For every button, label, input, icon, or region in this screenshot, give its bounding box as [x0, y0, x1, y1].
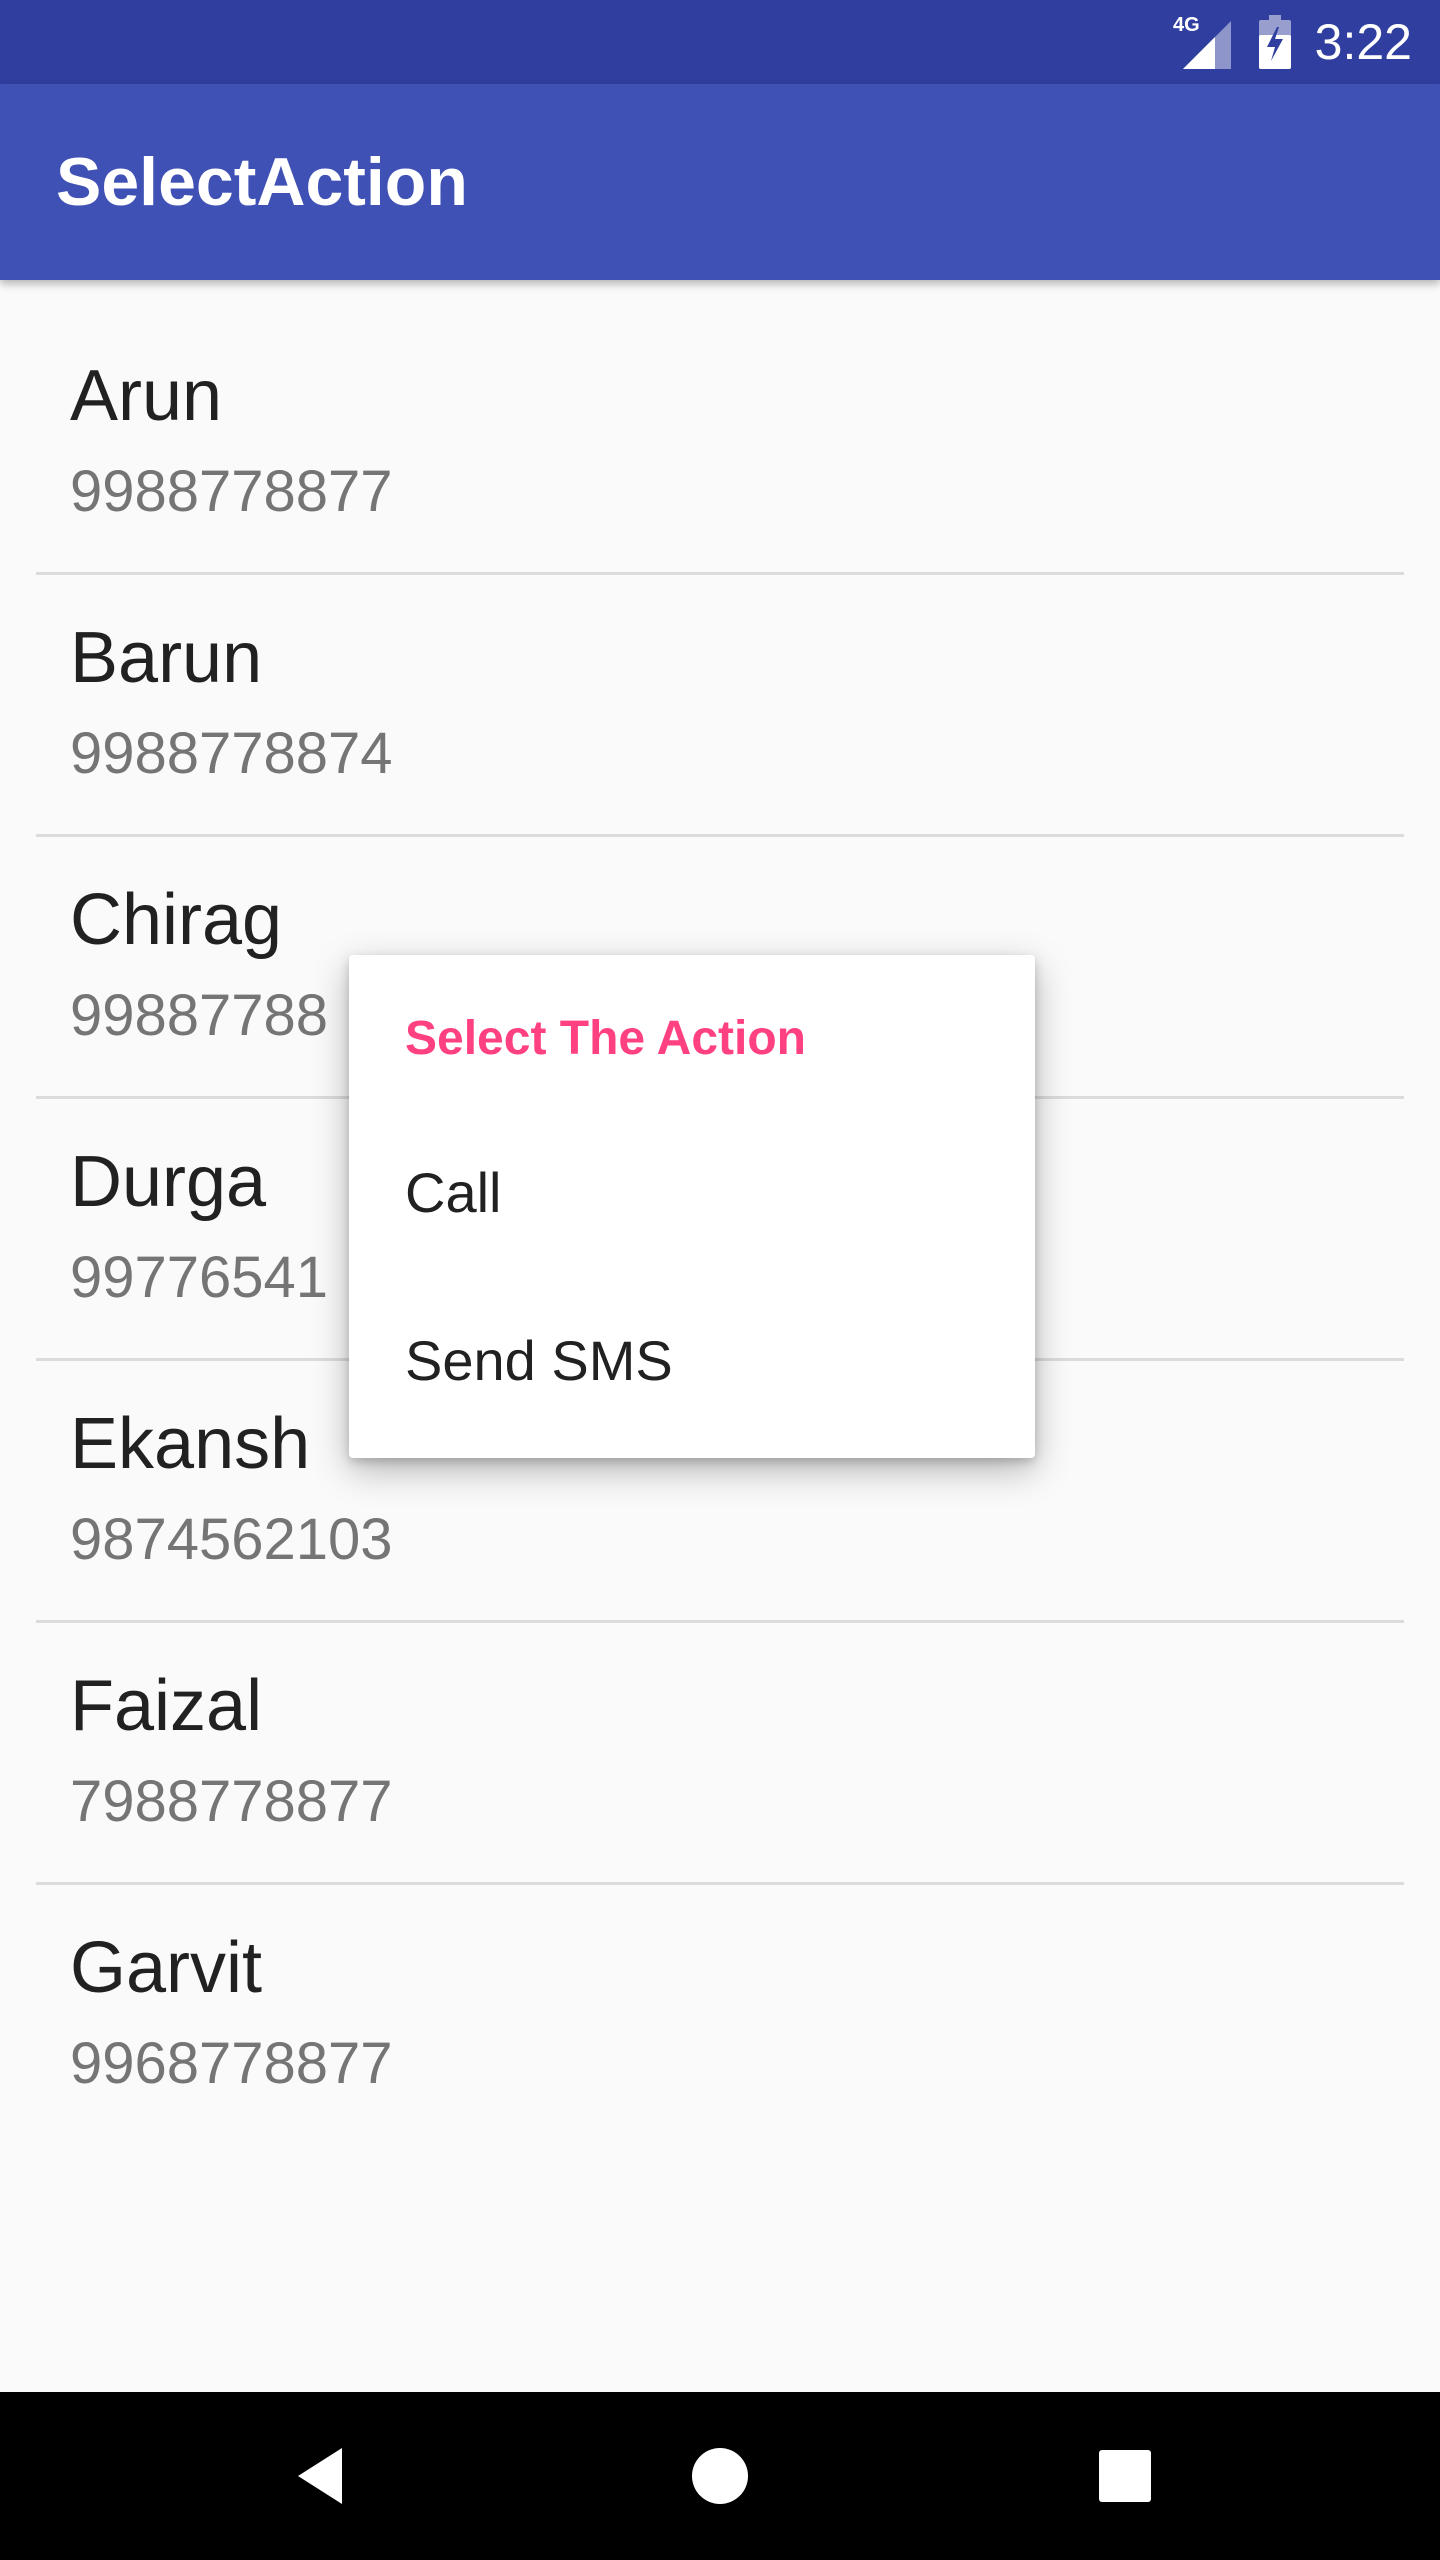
contact-name: Ekansh: [70, 1404, 311, 1484]
contact-name: Chirag: [70, 880, 283, 960]
call-menu-item[interactable]: Call: [349, 1105, 1035, 1273]
contact-number: 9874562103: [70, 1507, 393, 1572]
recents-button[interactable]: [1045, 2392, 1205, 2560]
status-icons: 4G 3:22: [1173, 0, 1412, 84]
context-menu: Select The Action Call Send SMS: [349, 955, 1035, 1458]
contact-item-faizal[interactable]: Faizal 7988778877: [0, 1590, 1440, 1885]
home-button[interactable]: [640, 2392, 800, 2560]
contact-number: 99776541: [70, 1245, 329, 1310]
contact-item-garvit[interactable]: Garvit 9968778877: [0, 1852, 1440, 2114]
contact-list-7: Garvit 9968778877: [0, 1852, 1440, 2114]
contact-item-arun[interactable]: Arun 9988778877: [0, 280, 1440, 575]
contact-list-2: Barun 9988778874: [0, 542, 1440, 837]
contact-number: 9988778874: [70, 721, 393, 786]
signal-4g-icon: 4G: [1173, 14, 1231, 69]
contact-list: Arun 9988778877: [0, 280, 1440, 575]
contact-name: Durga: [70, 1142, 267, 1222]
contact-name: Arun: [70, 356, 223, 436]
contact-number: 9968778877: [70, 2031, 393, 2096]
navigation-bar: [0, 2392, 1440, 2560]
clock: 3:22: [1314, 14, 1412, 70]
home-icon: [692, 2448, 748, 2504]
status-bar: 4G 3:22: [0, 0, 1440, 84]
context-menu-title: Select The Action: [405, 1012, 806, 1065]
app-title: SelectAction: [56, 144, 468, 220]
menu-item-label: Call: [405, 1161, 502, 1224]
battery-charging-icon: [1258, 15, 1291, 69]
contact-number: 9988778877: [70, 459, 393, 524]
screen: 4G 3:22 SelectAction Arun 9988778877 Bar…: [0, 0, 1440, 2560]
contact-list-6: Faizal 7988778877: [0, 1590, 1440, 1885]
back-button[interactable]: [240, 2392, 400, 2560]
send-sms-menu-item[interactable]: Send SMS: [349, 1273, 1035, 1441]
menu-item-label: Send SMS: [405, 1329, 673, 1392]
contact-item-barun[interactable]: Barun 9988778874: [0, 542, 1440, 837]
contact-number: 99887788: [70, 983, 329, 1048]
contact-number: 7988778877: [70, 1769, 393, 1834]
contact-name: Faizal: [70, 1666, 263, 1746]
network-type-label: 4G: [1173, 14, 1200, 36]
app-bar: SelectAction: [0, 84, 1440, 280]
back-icon: [298, 2448, 342, 2504]
contact-name: Garvit: [70, 1928, 263, 2008]
contact-name: Barun: [70, 618, 263, 698]
recents-icon: [1099, 2450, 1151, 2502]
